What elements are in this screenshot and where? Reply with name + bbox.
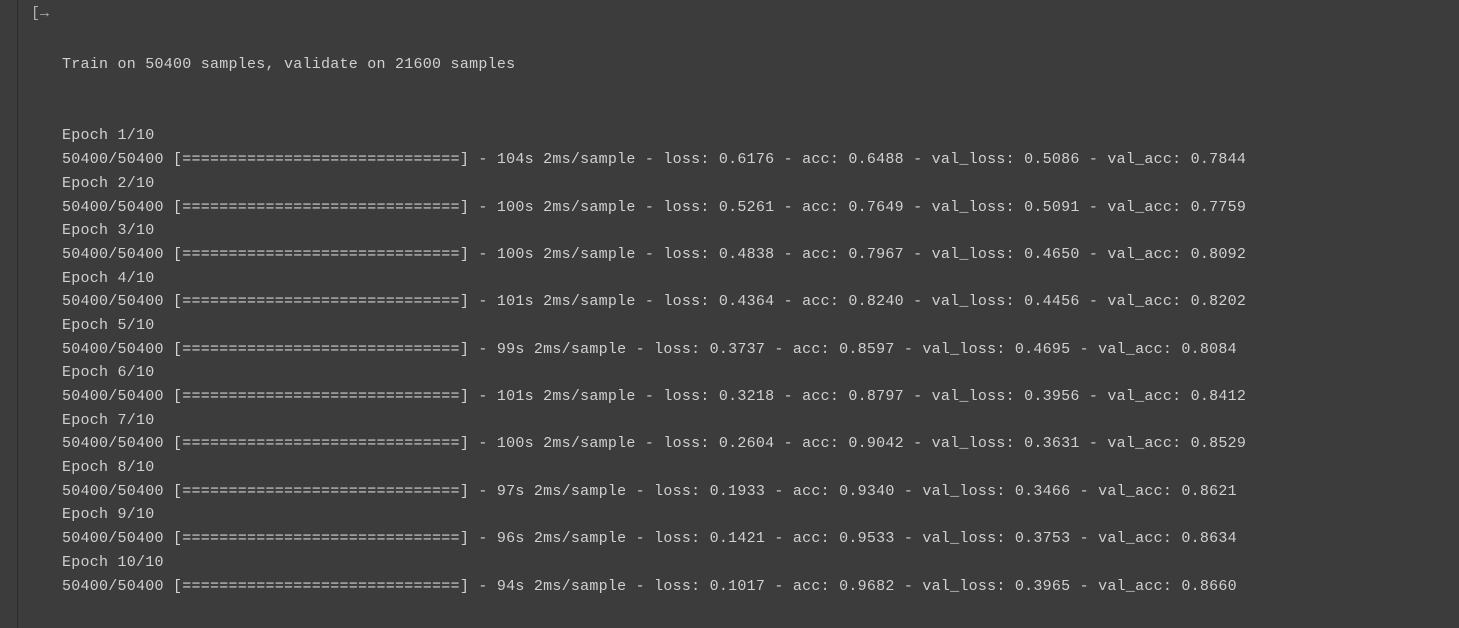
epoch-progress-line: 50400/50400 [===========================… (62, 527, 1455, 551)
epoch-label: Epoch 9/10 (62, 503, 1455, 527)
epoch-progress-line: 50400/50400 [===========================… (62, 243, 1455, 267)
epoch-label: Epoch 5/10 (62, 314, 1455, 338)
epoch-progress-line: 50400/50400 [===========================… (62, 148, 1455, 172)
training-header: Train on 50400 samples, validate on 2160… (62, 53, 1455, 77)
epoch-label: Epoch 7/10 (62, 409, 1455, 433)
cell-left-margin (0, 0, 18, 628)
epoch-progress-line: 50400/50400 [===========================… (62, 338, 1455, 362)
epoch-progress-line: 50400/50400 [===========================… (62, 196, 1455, 220)
epoch-progress-line: 50400/50400 [===========================… (62, 575, 1455, 599)
epoch-label: Epoch 8/10 (62, 456, 1455, 480)
cell-output: Train on 50400 samples, validate on 2160… (62, 0, 1459, 628)
epoch-label: Epoch 4/10 (62, 267, 1455, 291)
epoch-label: Epoch 10/10 (62, 551, 1455, 575)
epoch-progress-line: 50400/50400 [===========================… (62, 385, 1455, 409)
epoch-label: Epoch 1/10 (62, 124, 1455, 148)
execute-output-icon[interactable]: [→ (31, 6, 49, 628)
cell-gutter: [→ (18, 0, 62, 628)
epoch-progress-line: 50400/50400 [===========================… (62, 290, 1455, 314)
epoch-label: Epoch 2/10 (62, 172, 1455, 196)
epoch-label: Epoch 6/10 (62, 361, 1455, 385)
epoch-progress-line: 50400/50400 [===========================… (62, 432, 1455, 456)
epoch-label: Epoch 3/10 (62, 219, 1455, 243)
epoch-output-block: Epoch 1/1050400/50400 [=================… (62, 124, 1455, 598)
epoch-progress-line: 50400/50400 [===========================… (62, 480, 1455, 504)
